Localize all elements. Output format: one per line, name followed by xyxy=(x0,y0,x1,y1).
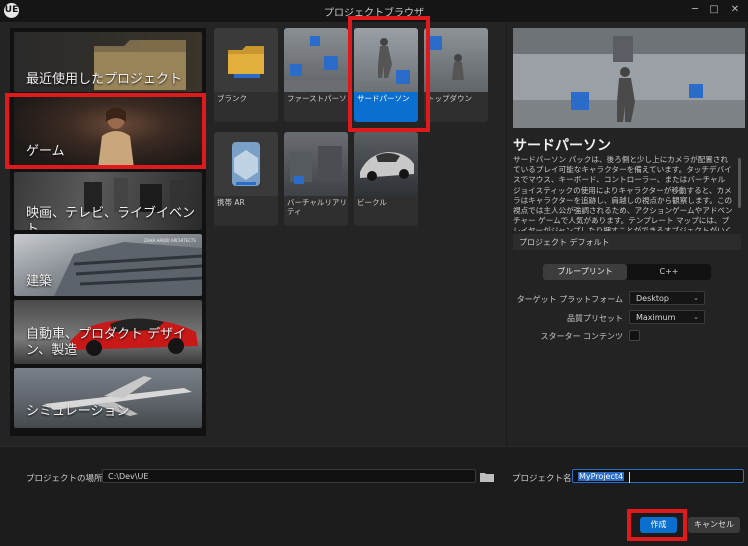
footer-bar: プロジェクトの場所 C:\Dev\UE プロジェクト名 MyProject4 xyxy=(0,446,748,546)
project-location-label: プロジェクトの場所 xyxy=(26,474,103,484)
starter-content-checkbox[interactable] xyxy=(629,330,640,341)
target-platform-label: ターゲット プラットフォーム xyxy=(516,295,623,304)
category-label: シミュレーション xyxy=(26,404,130,419)
minimize-button[interactable]: ─ xyxy=(686,2,704,18)
starter-content-label: スターター コンテンツ xyxy=(540,332,623,341)
chevron-down-icon: ⌄ xyxy=(693,294,699,302)
template-name: ビークル xyxy=(357,198,387,207)
project-name-label: プロジェクト名 xyxy=(512,474,572,484)
template-preview-image xyxy=(513,28,745,128)
watermark-text: ZAHA HADID ARCHITECTS xyxy=(144,238,196,243)
category-games[interactable]: ゲーム xyxy=(14,96,202,168)
first-person-preview xyxy=(284,36,348,92)
top-down-preview xyxy=(428,36,464,80)
title-bar: UE プロジェクトブラウザ ─ □ ✕ xyxy=(0,0,748,22)
category-label: 最近使用したプロジェクト xyxy=(26,72,183,87)
cancel-button[interactable]: キャンセル xyxy=(688,517,740,533)
template-name: 携帯 AR xyxy=(217,198,245,207)
vr-preview xyxy=(290,146,342,184)
template-grid: ブランク ファーストパーソン サードパーソン xyxy=(214,28,504,328)
description-scrollbar[interactable] xyxy=(738,158,741,208)
template-title: サードパーソン xyxy=(513,138,611,154)
cpp-option[interactable]: C++ xyxy=(627,264,711,280)
project-location-value: C:\Dev\UE xyxy=(108,472,149,481)
third-person-preview xyxy=(378,38,410,84)
project-defaults-header: プロジェクト デフォルト xyxy=(513,234,741,250)
category-recent-projects[interactable]: 最近使用したプロジェクト xyxy=(14,32,202,92)
project-location-input[interactable]: C:\Dev\UE xyxy=(102,469,476,483)
template-tile-third-person[interactable]: サードパーソン xyxy=(354,28,418,122)
target-platform-dropdown[interactable]: Desktop ⌄ xyxy=(629,291,705,305)
game-character-image xyxy=(98,107,134,168)
create-button[interactable]: 作成 xyxy=(640,517,677,533)
maximize-button[interactable]: □ xyxy=(705,2,723,18)
template-tile-handheld-ar[interactable]: 携帯 AR xyxy=(214,132,278,226)
category-panel: 最近使用したプロジェクト ゲーム 映画、テレビ、ライブイベント ZAHA HAD… xyxy=(10,28,206,436)
close-button[interactable]: ✕ xyxy=(726,2,744,18)
template-description: サードパーソン パックは、後ろ側と少し上にカメラが配置されているプレイ可能なキャ… xyxy=(513,155,733,231)
quality-preset-dropdown[interactable]: Maximum ⌄ xyxy=(629,310,705,324)
project-name-input[interactable]: MyProject4 xyxy=(572,469,744,483)
template-name: ファーストパーソン xyxy=(287,94,347,103)
folder-icon xyxy=(228,46,264,78)
category-simulation[interactable]: シミュレーション xyxy=(14,368,202,428)
quality-preset-label: 品質プリセット xyxy=(567,314,623,323)
window-title: プロジェクトブラウザ xyxy=(324,8,424,19)
template-tile-blank[interactable]: ブランク xyxy=(214,28,278,122)
template-tile-top-down[interactable]: トップダウン xyxy=(424,28,488,122)
category-label: ゲーム xyxy=(26,144,65,159)
target-platform-value: Desktop xyxy=(636,294,669,303)
template-name: バーチャルリアリティ xyxy=(287,198,347,216)
category-film-tv-live[interactable]: 映画、テレビ、ライブイベント xyxy=(14,172,202,230)
project-name-value: MyProject4 xyxy=(578,472,625,481)
category-label: 映画、テレビ、ライブイベント xyxy=(26,206,196,230)
category-architecture[interactable]: ZAHA HADID ARCHITECTS 建築 xyxy=(14,234,202,296)
blueprint-option[interactable]: ブループリント xyxy=(543,264,627,280)
template-name: トップダウン xyxy=(427,94,472,103)
chevron-down-icon: ⌄ xyxy=(693,313,699,321)
template-name: サードパーソン xyxy=(357,94,410,103)
vehicle-preview xyxy=(360,152,414,181)
template-name: ブランク xyxy=(217,94,247,103)
category-label: 建築 xyxy=(26,274,53,289)
template-details-panel: サードパーソン サードパーソン パックは、後ろ側と少し上にカメラが配置されている… xyxy=(506,22,748,446)
category-label: 自動車、プロダクト デザイン、製造 xyxy=(26,327,187,358)
blueprint-cpp-toggle: ブループリント C++ xyxy=(543,264,711,280)
template-tile-first-person[interactable]: ファーストパーソン xyxy=(284,28,348,122)
ar-device-icon xyxy=(232,142,260,186)
template-tile-vehicle[interactable]: ビークル xyxy=(354,132,418,226)
category-automotive[interactable]: 自動車、プロダクト デザイン、製造 xyxy=(14,300,202,364)
text-cursor xyxy=(629,472,630,483)
quality-preset-value: Maximum xyxy=(636,313,676,322)
template-tile-virtual-reality[interactable]: バーチャルリアリティ xyxy=(284,132,348,226)
browse-folder-icon[interactable] xyxy=(480,472,494,482)
